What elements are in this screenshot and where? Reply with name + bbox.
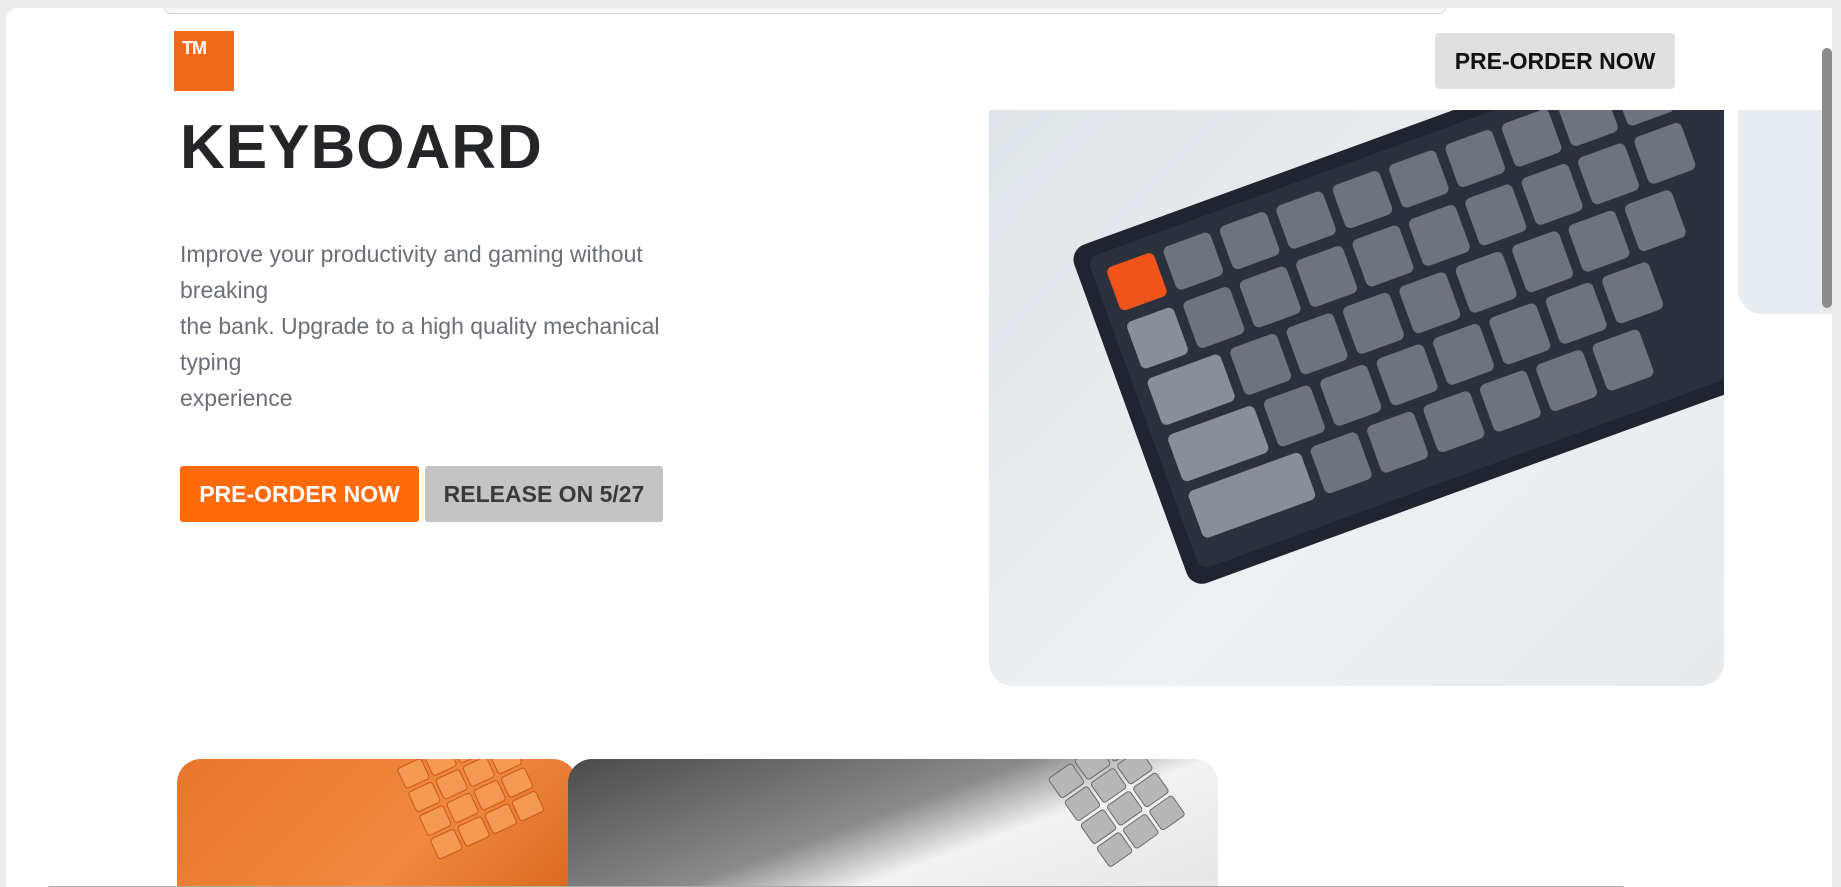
page-viewport: TM PRE-ORDER NOW KEYBOARD Improve your p… [6, 8, 1832, 887]
hero-description-line: breaking [180, 277, 269, 303]
hero-description-line: the bank. Upgrade to a high quality mech… [180, 313, 660, 339]
hero-description: Improve your productivity and gaming wit… [180, 236, 720, 416]
keyboard-illustration [1073, 110, 1724, 584]
vertical-scrollbar[interactable] [1822, 48, 1832, 308]
brand-logo[interactable]: TM [174, 31, 234, 91]
hero-description-line: experience [180, 385, 293, 411]
release-date-button[interactable]: RELEASE ON 5/27 [425, 466, 663, 522]
top-bar-edge [164, 8, 1446, 14]
hero-description-line: typing [180, 349, 242, 375]
header-preorder-button[interactable]: PRE-ORDER NOW [1435, 33, 1675, 89]
preorder-button[interactable]: PRE-ORDER NOW [180, 466, 419, 522]
carousel-next-card[interactable] [1738, 110, 1832, 314]
gray-keyboard-illustration [1048, 759, 1185, 867]
logo-text: TM [182, 38, 207, 58]
orange-keyboard-thumbnail[interactable] [177, 759, 577, 887]
hero-description-line: Improve your productivity and gaming wit… [180, 241, 643, 267]
gray-keyboard-thumbnail[interactable] [568, 759, 1218, 887]
hero-title: KEYBOARD [180, 113, 543, 182]
keyboard-hero-image [989, 110, 1724, 686]
orange-keyboard-illustration [397, 759, 544, 860]
